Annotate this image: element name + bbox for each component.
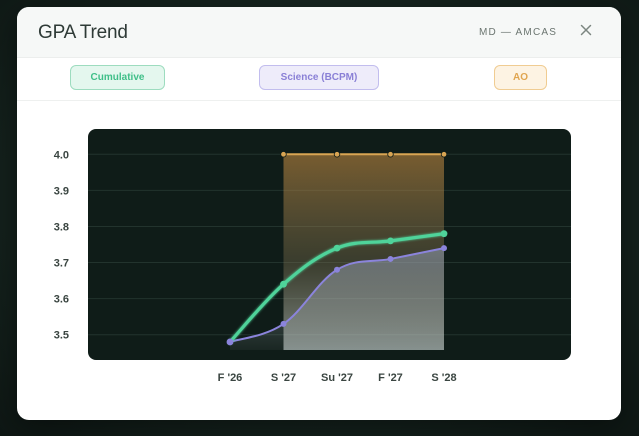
x-tick-label: S '27 (271, 372, 296, 384)
cumulative-data-point (387, 237, 394, 245)
origin-data-point (226, 338, 234, 346)
ao-data-point (333, 151, 341, 158)
y-tick-label: 3.7 (54, 258, 69, 270)
science-data-point (441, 245, 447, 252)
gpa-trend-modal: GPA Trend MD — AMCAS Cumulative Science … (17, 7, 621, 420)
x-tick-label: F '27 (378, 372, 403, 384)
science-data-point (280, 320, 287, 327)
y-tick-label: 3.9 (54, 185, 69, 197)
cumulative-data-point (333, 244, 341, 252)
ao-data-point (387, 151, 394, 158)
cumulative-data-point (280, 280, 287, 288)
y-tick-label: 3.8 (54, 221, 69, 233)
x-tick-label: F '26 (218, 372, 243, 384)
ao-data-point (440, 151, 448, 158)
x-tick-label: Su '27 (321, 372, 353, 384)
x-tick-label: S '28 (431, 372, 456, 384)
y-tick-label: 4.0 (54, 149, 69, 161)
y-tick-label: 3.6 (54, 294, 69, 306)
cumulative-data-point (440, 230, 448, 238)
gpa-line-chart: 3.5 3.6 3.7 3.8 3.9 4.0 F '26 S '27 Su '27 F '27… (54, 129, 571, 384)
science-data-point (387, 255, 394, 262)
ao-data-point (280, 151, 287, 158)
science-data-point (334, 266, 340, 273)
y-tick-label: 3.5 (54, 330, 69, 342)
